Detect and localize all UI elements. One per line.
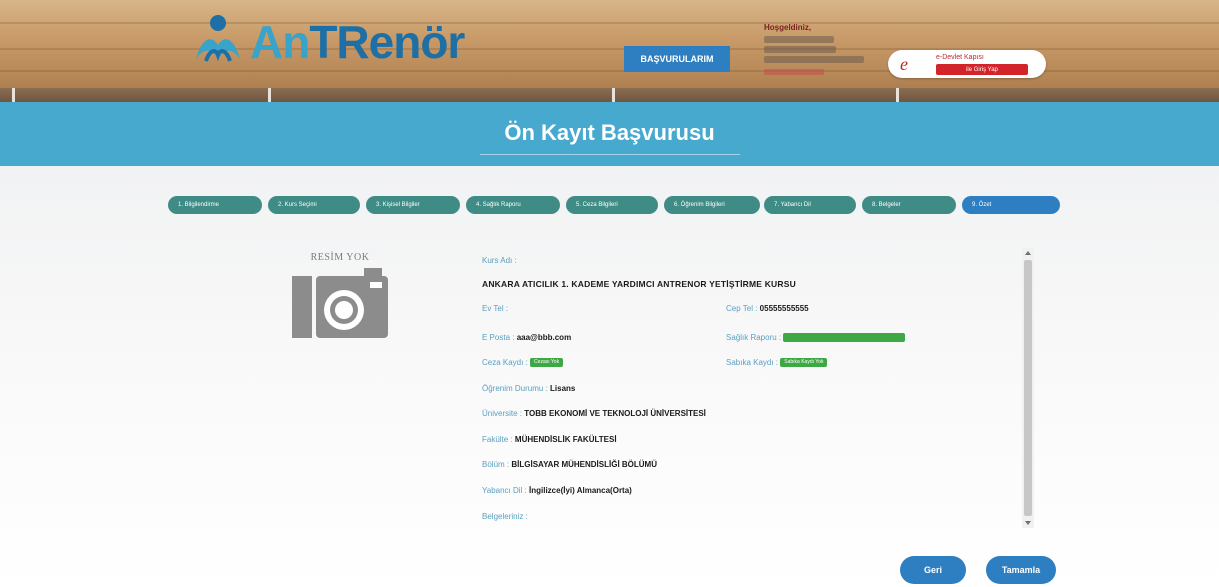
site-header: AnTRenör BAŞVURULARIM Hoşgeldiniz, e e-D… <box>0 0 1219 102</box>
email-label: E Posta : <box>482 333 515 342</box>
mobile-phone-row: Cep Tel : 05555555555 <box>726 304 809 313</box>
record-label: Sabıka Kaydı : <box>726 358 779 367</box>
step-5-criminal-info[interactable]: 5. Ceza Bilgileri <box>566 196 658 214</box>
site-logo[interactable]: AnTRenör <box>188 12 465 72</box>
email-row: E Posta : aaa@bbb.com <box>482 333 571 342</box>
mobile-phone-label: Cep Tel : <box>726 304 758 313</box>
decor-post <box>12 88 15 102</box>
logout-link[interactable] <box>764 69 824 75</box>
course-label: Kurs Adı : <box>482 256 517 265</box>
mobile-phone-value: 05555555555 <box>759 304 809 313</box>
step-4-health-report[interactable]: 4. Sağlık Raporu <box>466 196 560 214</box>
summary-panel: Kurs Adı : ANKARA ATICILIK 1. KADEME YAR… <box>482 252 1002 530</box>
user-name-redacted <box>764 36 834 43</box>
user-info: Hoşgeldiniz, <box>764 22 874 75</box>
documents-row: Belgeleriniz : <box>482 512 528 521</box>
department-value: BİLGİSAYAR MÜHENDİSLİĞİ BÖLÜMÜ <box>511 460 657 469</box>
my-applications-button[interactable]: BAŞVURULARIM <box>624 46 730 72</box>
edevlet-login-button[interactable]: e e-Devlet Kapısı ile Giriş Yap <box>888 50 1046 78</box>
step-3-personal-info[interactable]: 3. Kişisel Bilgiler <box>366 196 460 214</box>
education-value: Lisans <box>550 384 576 393</box>
criminal-row: Ceza Kaydı : Cezası Yok <box>482 358 564 368</box>
education-label: Öğrenim Durumu : <box>482 384 548 393</box>
title-underline <box>480 154 740 155</box>
home-phone-label: Ev Tel : <box>482 304 509 313</box>
scrollbar-thumb[interactable] <box>1024 260 1032 516</box>
user-id-redacted <box>764 46 836 53</box>
logo-rest: TRenör <box>309 16 465 68</box>
course-name: ANKARA ATICILIK 1. KADEME YARDIMCI ANTRE… <box>482 279 796 289</box>
criminal-badge[interactable]: Cezası Yok <box>530 358 564 368</box>
course-row: Kurs Adı : <box>482 256 517 265</box>
faculty-label: Fakülte : <box>482 435 513 444</box>
faculty-value: MÜHENDİSLİK FAKÜLTESİ <box>514 435 617 444</box>
health-report-badge[interactable] <box>783 333 906 343</box>
documents-label: Belgeleriniz : <box>482 512 528 521</box>
home-phone-row: Ev Tel : <box>482 304 508 313</box>
camera-icon <box>290 266 390 340</box>
step-9-summary[interactable]: 9. Özet <box>962 196 1060 214</box>
wood-grain <box>0 22 1219 24</box>
record-row: Sabıka Kaydı : Sabıka Kaydı Yok <box>726 358 828 368</box>
language-value: İngilizce(İyi) Almanca(Orta) <box>529 486 632 495</box>
health-report-row: Sağlık Raporu : <box>726 333 906 343</box>
user-detail-redacted <box>764 56 864 63</box>
department-row: Bölüm : BİLGİSAYAR MÜHENDİSLİĞİ BÖLÜMÜ <box>482 460 657 469</box>
step-6-education-info[interactable]: 6. Öğrenim Bilgileri <box>664 196 760 214</box>
page-title: Ön Kayıt Başvurusu <box>504 120 715 145</box>
welcome-text: Hoşgeldiniz, <box>764 23 812 32</box>
step-7-foreign-language[interactable]: 7. Yabancı Dil <box>764 196 856 214</box>
header-bottom-bar <box>0 88 1219 102</box>
language-label: Yabancı Dil : <box>482 486 527 495</box>
no-photo-label: RESİM YOK <box>310 252 370 263</box>
record-badge[interactable]: Sabıka Kaydı Yok <box>780 358 828 368</box>
language-row: Yabancı Dil : İngilizce(İyi) Almanca(Ort… <box>482 486 632 495</box>
page-root: AnTRenör BAŞVURULARIM Hoşgeldiniz, e e-D… <box>0 0 1219 587</box>
edevlet-login-label: ile Giriş Yap <box>936 64 1028 75</box>
decor-post <box>268 88 271 102</box>
step-8-documents[interactable]: 8. Belgeler <box>862 196 956 214</box>
wizard-steps: 1. Bilgilendirme 2. Kurs Seçimi 3. Kişis… <box>168 196 1060 214</box>
people-logo-icon <box>188 13 246 71</box>
edevlet-logo-icon: e <box>900 54 908 74</box>
criminal-label: Ceza Kaydı : <box>482 358 528 367</box>
logo-prefix: An <box>250 16 310 68</box>
summary-scrollbar[interactable] <box>1022 248 1034 528</box>
finish-button[interactable]: Tamamla <box>986 556 1056 584</box>
back-button[interactable]: Geri <box>900 556 966 584</box>
scroll-up-icon[interactable] <box>1025 251 1031 255</box>
department-label: Bölüm : <box>482 460 510 469</box>
step-1-information[interactable]: 1. Bilgilendirme <box>168 196 262 214</box>
logo-text: AnTRenör <box>250 15 465 69</box>
edevlet-title: e-Devlet Kapısı <box>936 54 984 61</box>
title-band: Ön Kayıt Başvurusu <box>0 102 1219 166</box>
university-label: Üniversite : <box>482 409 523 418</box>
step-2-course-selection[interactable]: 2. Kurs Seçimi <box>268 196 360 214</box>
email-value: aaa@bbb.com <box>516 333 572 342</box>
university-row: Üniversite : TOBB EKONOMİ VE TEKNOLOJİ Ü… <box>482 409 706 418</box>
faculty-row: Fakülte : MÜHENDİSLİK FAKÜLTESİ <box>482 435 617 444</box>
scroll-down-icon[interactable] <box>1025 521 1031 525</box>
health-report-label: Sağlık Raporu : <box>726 333 782 342</box>
university-value: TOBB EKONOMİ VE TEKNOLOJİ ÜNİVERSİTESİ <box>524 409 706 418</box>
decor-post <box>612 88 615 102</box>
education-row: Öğrenim Durumu : Lisans <box>482 384 575 393</box>
decor-post <box>896 88 899 102</box>
